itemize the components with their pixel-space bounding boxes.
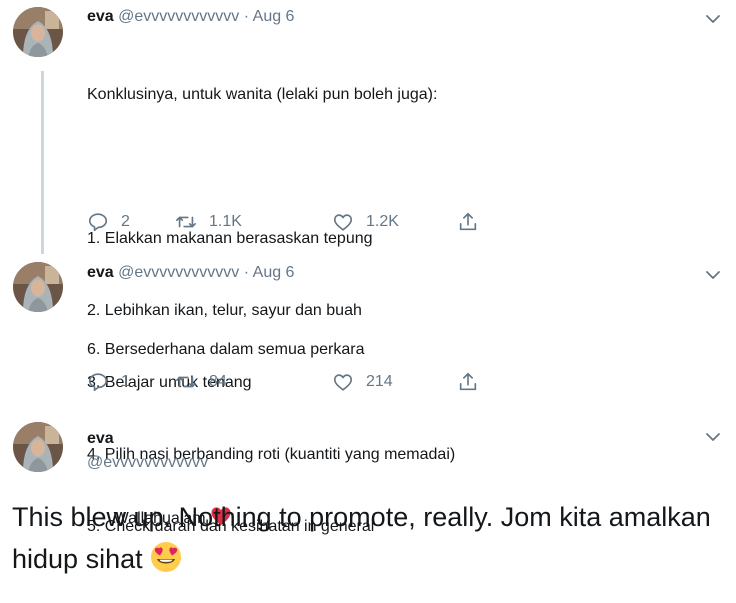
retweet-icon [176, 376, 196, 388]
display-name[interactable]: eva [87, 430, 114, 447]
like-button[interactable]: 214 [332, 371, 393, 393]
like-button[interactable]: 1.2K [332, 211, 399, 233]
display-name[interactable]: eva [87, 264, 114, 281]
reply-count: 2 [121, 213, 130, 230]
avatar[interactable] [13, 262, 63, 312]
user-handle[interactable]: @evvvvvvvvvvvv [118, 264, 239, 281]
user-handle[interactable]: @evvvvvvvvvvvv [118, 8, 239, 25]
heart-outline-icon [333, 374, 353, 391]
share-icon [459, 212, 477, 231]
tweet-line: 6. Bersederhana dalam semua perkara [87, 341, 365, 358]
tweet-actions: 2 1.1K 1.2K [87, 211, 507, 237]
tweet-2[interactable]: eva @evvvvvvvvvvvv · Aug 6 6. Bersederha… [0, 255, 736, 527]
main-tweet-text: This blew up. Nothing to promote, really… [12, 496, 724, 580]
retweet-button[interactable]: 84 [175, 371, 227, 393]
heart-outline-icon [333, 214, 353, 231]
avatar[interactable] [13, 7, 63, 57]
retweet-icon [176, 216, 196, 228]
chevron-down-icon[interactable] [704, 430, 722, 444]
chevron-down-icon[interactable] [704, 268, 722, 282]
like-count: 214 [366, 373, 393, 390]
separator-dot: · [243, 264, 250, 281]
share-button[interactable] [457, 371, 479, 393]
heart-eyes-emoji [151, 542, 182, 572]
tweet-line: Konklusinya, untuk wanita (lelaki pun bo… [87, 86, 438, 103]
reply-button[interactable]: 1 [87, 371, 130, 393]
user-handle[interactable]: @evvvvvvvvvvvv [87, 454, 208, 472]
display-name[interactable]: eva [87, 8, 114, 25]
tweet-header: eva @evvvvvvvvvvvv · Aug 6 [87, 264, 294, 282]
share-button[interactable] [457, 211, 479, 233]
tweet-date[interactable]: Aug 6 [253, 264, 295, 281]
like-count: 1.2K [366, 213, 399, 230]
reply-icon [88, 213, 108, 232]
retweet-count: 1.1K [209, 213, 242, 230]
retweet-count: 84 [209, 373, 227, 390]
chevron-down-icon[interactable] [704, 12, 722, 26]
reply-count: 1 [121, 373, 130, 390]
tweet-line [87, 155, 455, 179]
retweet-button[interactable]: 1.1K [175, 211, 242, 233]
main-tweet-text-content: This blew up. Nothing to promote, really… [12, 502, 711, 574]
tweet-header: eva [87, 430, 114, 448]
reply-icon [88, 373, 108, 392]
avatar[interactable] [13, 422, 63, 472]
tweet-actions: 1 84 214 [87, 371, 507, 397]
tweet-date[interactable]: Aug 6 [253, 8, 295, 25]
tweet-header: eva @evvvvvvvvvvvv · Aug 6 [87, 8, 294, 26]
share-icon [459, 372, 477, 391]
reply-button[interactable]: 2 [87, 211, 130, 233]
tweet-1[interactable]: eva @evvvvvvvvvvvv · Aug 6 Konklusinya, … [0, 0, 736, 535]
separator-dot: · [243, 8, 250, 25]
